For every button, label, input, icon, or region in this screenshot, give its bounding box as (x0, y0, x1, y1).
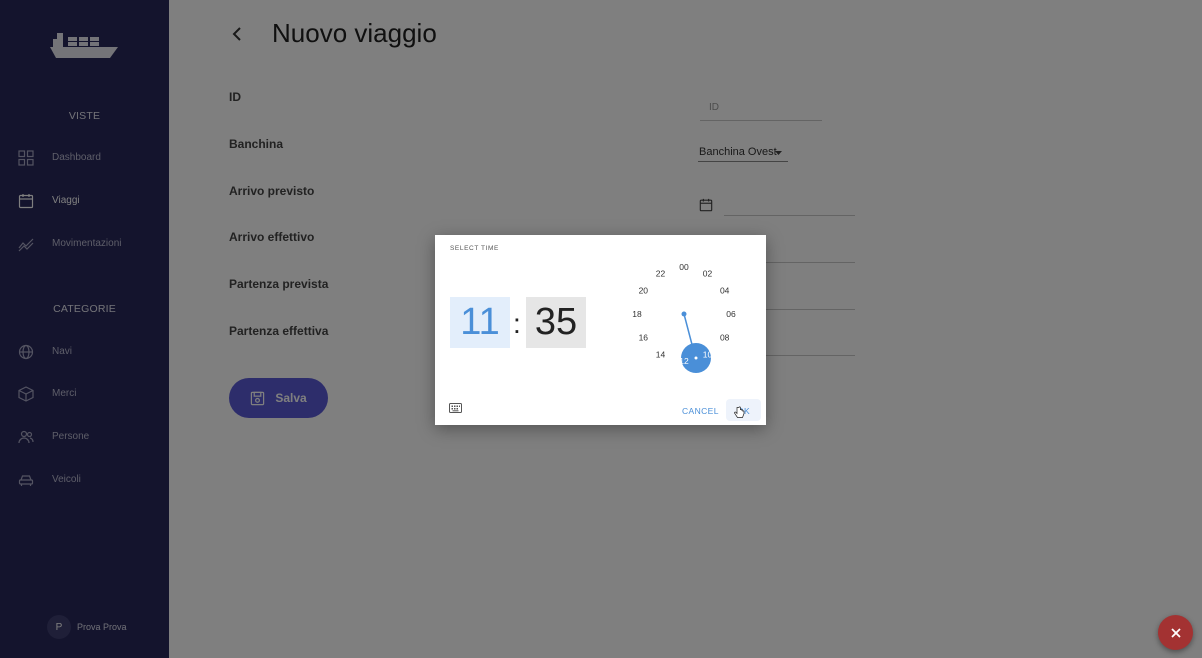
time-separator: : (513, 308, 521, 339)
cursor-hand-icon (734, 406, 745, 418)
cancel-button[interactable]: CANCEL (682, 406, 719, 416)
clock-face[interactable]: 00 02 04 06 08 10 12 14 16 18 20 22 (625, 259, 745, 379)
hour-display[interactable]: 11 (450, 297, 510, 348)
clock-number[interactable]: 02 (703, 268, 713, 278)
clock-number[interactable]: 12 (679, 356, 689, 366)
minute-display[interactable]: 35 (526, 297, 586, 348)
time-picker-dialog: SELECT TIME 11 : 35 00 02 04 06 08 10 12 14 16 18… (435, 235, 766, 425)
keyboard-icon[interactable] (449, 403, 462, 413)
clock-number[interactable]: 20 (639, 286, 649, 296)
clock-center-dot (681, 311, 687, 317)
clock-number[interactable]: 10 (703, 350, 713, 360)
clock-handle-dot (694, 356, 698, 360)
close-icon (1170, 627, 1181, 638)
clock-number[interactable]: 08 (720, 333, 730, 343)
clock-number[interactable]: 14 (656, 350, 666, 360)
clock-number[interactable]: 06 (726, 309, 736, 319)
dialog-title: SELECT TIME (450, 245, 499, 252)
clock-number[interactable]: 00 (679, 262, 689, 272)
close-fab-button[interactable] (1158, 615, 1193, 650)
clock-number[interactable]: 22 (656, 268, 666, 278)
clock-number[interactable]: 18 (632, 309, 642, 319)
clock-number[interactable]: 16 (639, 333, 649, 343)
clock-number[interactable]: 04 (720, 286, 730, 296)
